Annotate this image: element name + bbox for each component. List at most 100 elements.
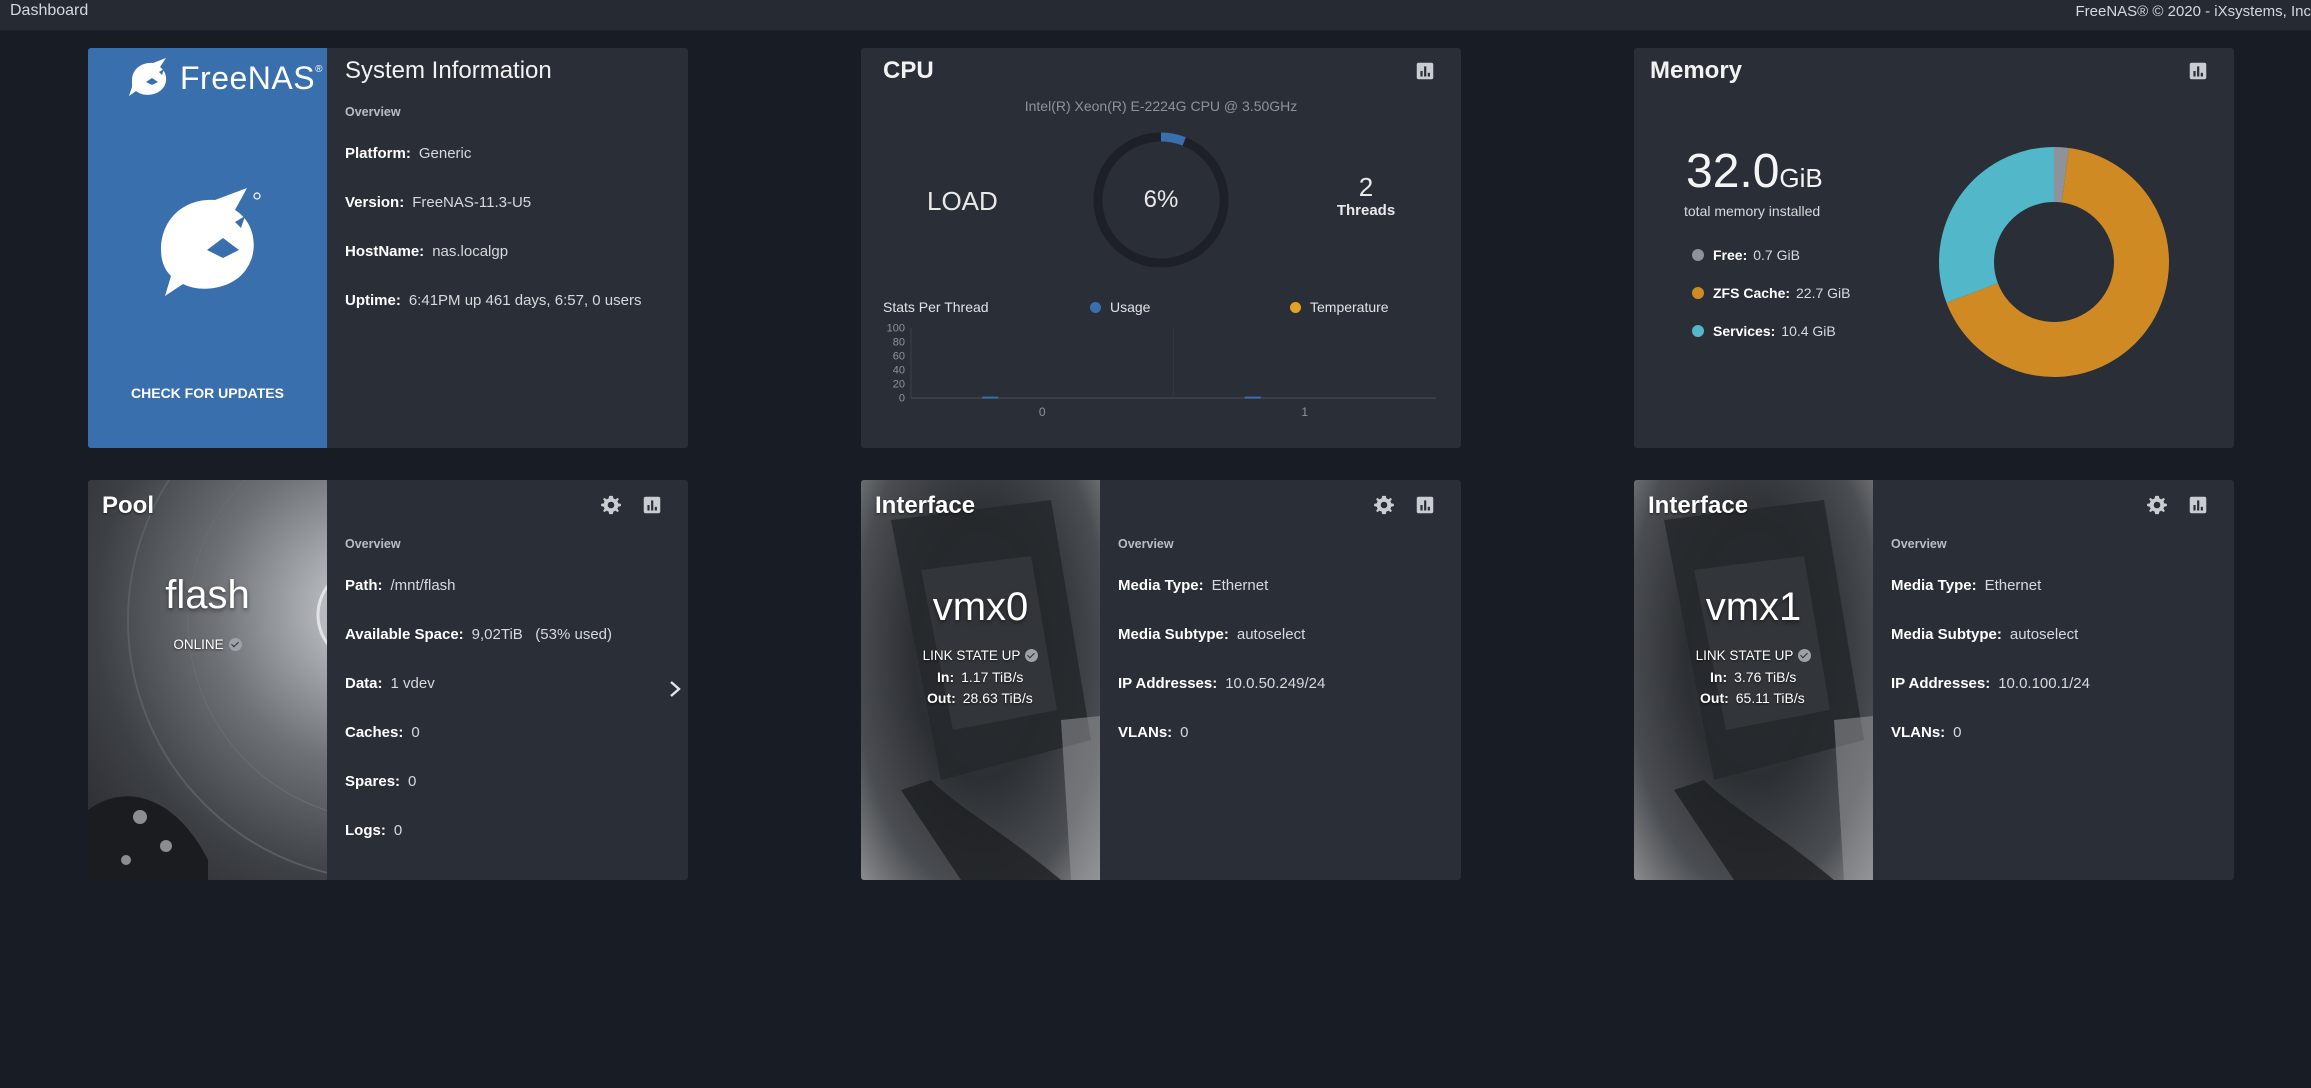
interface-settings-button[interactable] bbox=[1373, 494, 1395, 516]
spares-row: Spares: 0 bbox=[345, 773, 416, 790]
interface-name: vmx1 bbox=[1705, 585, 1802, 629]
check-circle-icon bbox=[1798, 649, 1812, 662]
bar-chart-icon bbox=[643, 496, 661, 514]
spares-value: 0 bbox=[408, 773, 417, 790]
media-type-label: Media Type: bbox=[1118, 577, 1204, 594]
gear-icon bbox=[2147, 495, 2167, 515]
data-label: Data: bbox=[345, 675, 383, 692]
media-type-label: Media Type: bbox=[1891, 577, 1977, 594]
uptime-value: 6:41PM up 461 days, 6:57, 0 users bbox=[408, 292, 642, 309]
temperature-dot bbox=[1290, 301, 1301, 313]
hostname-row: HostName: nas.localgp bbox=[345, 243, 508, 260]
pool-settings-button[interactable] bbox=[600, 494, 622, 516]
memory-legend-zfs-cache: ZFS Cache: 22.7 GiB bbox=[1692, 285, 1851, 301]
y-tick-label: 40 bbox=[893, 365, 905, 377]
overview-label: Overview bbox=[345, 105, 401, 119]
bar-chart-icon bbox=[2189, 62, 2207, 80]
interface-reports-button[interactable] bbox=[1414, 494, 1436, 516]
platform-value: Generic bbox=[418, 145, 472, 162]
total-memory-unit: GiB bbox=[1779, 163, 1823, 193]
pool-name: flash bbox=[165, 573, 250, 617]
total-memory: 32.0GiB bbox=[1686, 144, 1823, 199]
services-label: Services: bbox=[1713, 323, 1776, 339]
vlans-value: 0 bbox=[1180, 724, 1189, 741]
ip-addresses-row: IP Addresses: 10.0.100.1/24 bbox=[1891, 675, 2090, 692]
check-circle-icon bbox=[1025, 649, 1039, 662]
usage-bar bbox=[982, 396, 999, 399]
top-bar: Dashboard FreeNAS® © 2020 - iXsystems, I… bbox=[0, 0, 2311, 31]
cpu-load-value: 6% bbox=[1143, 186, 1179, 213]
link-state: LINK STATE UP bbox=[861, 648, 1100, 663]
y-tick-label: 0 bbox=[899, 393, 905, 405]
media-type-row: Media Type: Ethernet bbox=[1118, 577, 1268, 594]
ip-addresses-row: IP Addresses: 10.0.50.249/24 bbox=[1118, 675, 1325, 692]
memory-reports-button[interactable] bbox=[2187, 60, 2209, 82]
media-subtype-row: Media Subtype: autoselect bbox=[1118, 626, 1305, 643]
data-row[interactable]: Data: 1 vdev bbox=[345, 675, 435, 692]
bar-chart-icon bbox=[2189, 496, 2207, 514]
y-tick-label: 20 bbox=[893, 379, 905, 391]
out-value: 65.11 TiB/s bbox=[1735, 690, 1805, 706]
in-rate: In: 1.17 TiB/s bbox=[937, 669, 1023, 685]
memory-legend-free: Free: 0.7 GiB bbox=[1692, 247, 1800, 263]
interface-reports-button[interactable] bbox=[2187, 494, 2209, 516]
pool-image-pane: Pool flash ONLINE bbox=[88, 480, 327, 880]
logs-label: Logs: bbox=[345, 822, 386, 839]
gear-icon bbox=[601, 495, 621, 515]
caches-label: Caches: bbox=[345, 724, 404, 741]
card-title-pool: Pool bbox=[102, 492, 154, 519]
legend-temperature[interactable]: Temperature bbox=[1290, 299, 1389, 315]
available-space-label: Available Space: bbox=[345, 626, 464, 643]
pool-status: ONLINE bbox=[88, 637, 327, 652]
version-label: Version: bbox=[345, 194, 405, 211]
in-value: 3.76 TiB/s bbox=[1734, 669, 1797, 685]
breadcrumb[interactable]: Dashboard bbox=[10, 2, 88, 20]
cpu-card: CPU Intel(R) Xeon(R) E-2224G CPU @ 3.50G… bbox=[861, 48, 1461, 448]
freenas-logo: FreeNAS ® bbox=[126, 58, 322, 98]
bar-chart-icon bbox=[1416, 496, 1434, 514]
vlans-label: VLANs: bbox=[1118, 724, 1173, 741]
memory-card: Memory 32.0GiB total memory installed Fr… bbox=[1634, 48, 2234, 448]
media-type-value: Ethernet bbox=[1984, 577, 2042, 594]
out-value: 28.63 TiB/s bbox=[962, 690, 1033, 706]
copyright-text[interactable]: FreeNAS® © 2020 - iXsystems, Inc bbox=[2075, 3, 2311, 20]
memory-legend-services: Services: 10.4 GiB bbox=[1692, 323, 1836, 339]
uptime-label: Uptime: bbox=[345, 292, 401, 309]
zfs-cache-value: 22.7 GiB bbox=[1796, 285, 1851, 301]
version-value: FreeNAS-11.3-U5 bbox=[412, 194, 532, 211]
card-title-interface: Interface bbox=[875, 492, 976, 519]
overview-label: Overview bbox=[345, 537, 401, 551]
vlans-label: VLANs: bbox=[1891, 724, 1946, 741]
media-type-value: Ethernet bbox=[1211, 577, 1269, 594]
media-subtype-value: autoselect bbox=[2009, 626, 2079, 643]
caches-row: Caches: 0 bbox=[345, 724, 420, 741]
ip-addresses-value: 10.0.100.1/24 bbox=[1998, 675, 2090, 692]
pool-reports-button[interactable] bbox=[641, 494, 663, 516]
cpu-reports-button[interactable] bbox=[1414, 60, 1436, 82]
chevron-right-icon[interactable] bbox=[668, 680, 682, 698]
total-memory-value: 32.0 bbox=[1686, 145, 1780, 198]
bar-chart-icon bbox=[1416, 62, 1434, 80]
legend-usage[interactable]: Usage bbox=[1090, 299, 1150, 315]
available-space-value: 9,02TiB (53% used) bbox=[471, 626, 613, 643]
interface-settings-button[interactable] bbox=[2146, 494, 2168, 516]
media-subtype-value: autoselect bbox=[1236, 626, 1306, 643]
usage-bar bbox=[1244, 396, 1261, 399]
vlans-value: 0 bbox=[1953, 724, 1962, 741]
system-logo-panel: FreeNAS ® CHECK FOR UPDATES bbox=[88, 48, 327, 448]
cpu-load-label: LOAD bbox=[927, 186, 998, 216]
card-title-memory: Memory bbox=[1650, 57, 1743, 84]
y-tick-label: 80 bbox=[893, 337, 905, 349]
media-subtype-row: Media Subtype: autoselect bbox=[1891, 626, 2078, 643]
link-state-text: LINK STATE UP bbox=[1695, 648, 1794, 663]
thread-label: 1 bbox=[1301, 405, 1308, 419]
interface-card-vmx0: Interface vmx0 LINK STATE UP In: 1.17 TiB… bbox=[861, 480, 1461, 880]
free-label: Free: bbox=[1713, 247, 1748, 263]
memory-donut-chart bbox=[1939, 147, 2169, 377]
legend-temperature-label: Temperature bbox=[1310, 299, 1389, 315]
pool-card: Pool flash ONLINE Overview Path: /mnt/fla… bbox=[88, 480, 688, 880]
system-information-card: FreeNAS ® CHECK FOR UPDATES System Infor… bbox=[88, 48, 688, 448]
check-for-updates-button[interactable]: CHECK FOR UPDATES bbox=[88, 385, 327, 401]
brand-registered-mark: ® bbox=[315, 64, 323, 75]
path-label: Path: bbox=[345, 577, 383, 594]
